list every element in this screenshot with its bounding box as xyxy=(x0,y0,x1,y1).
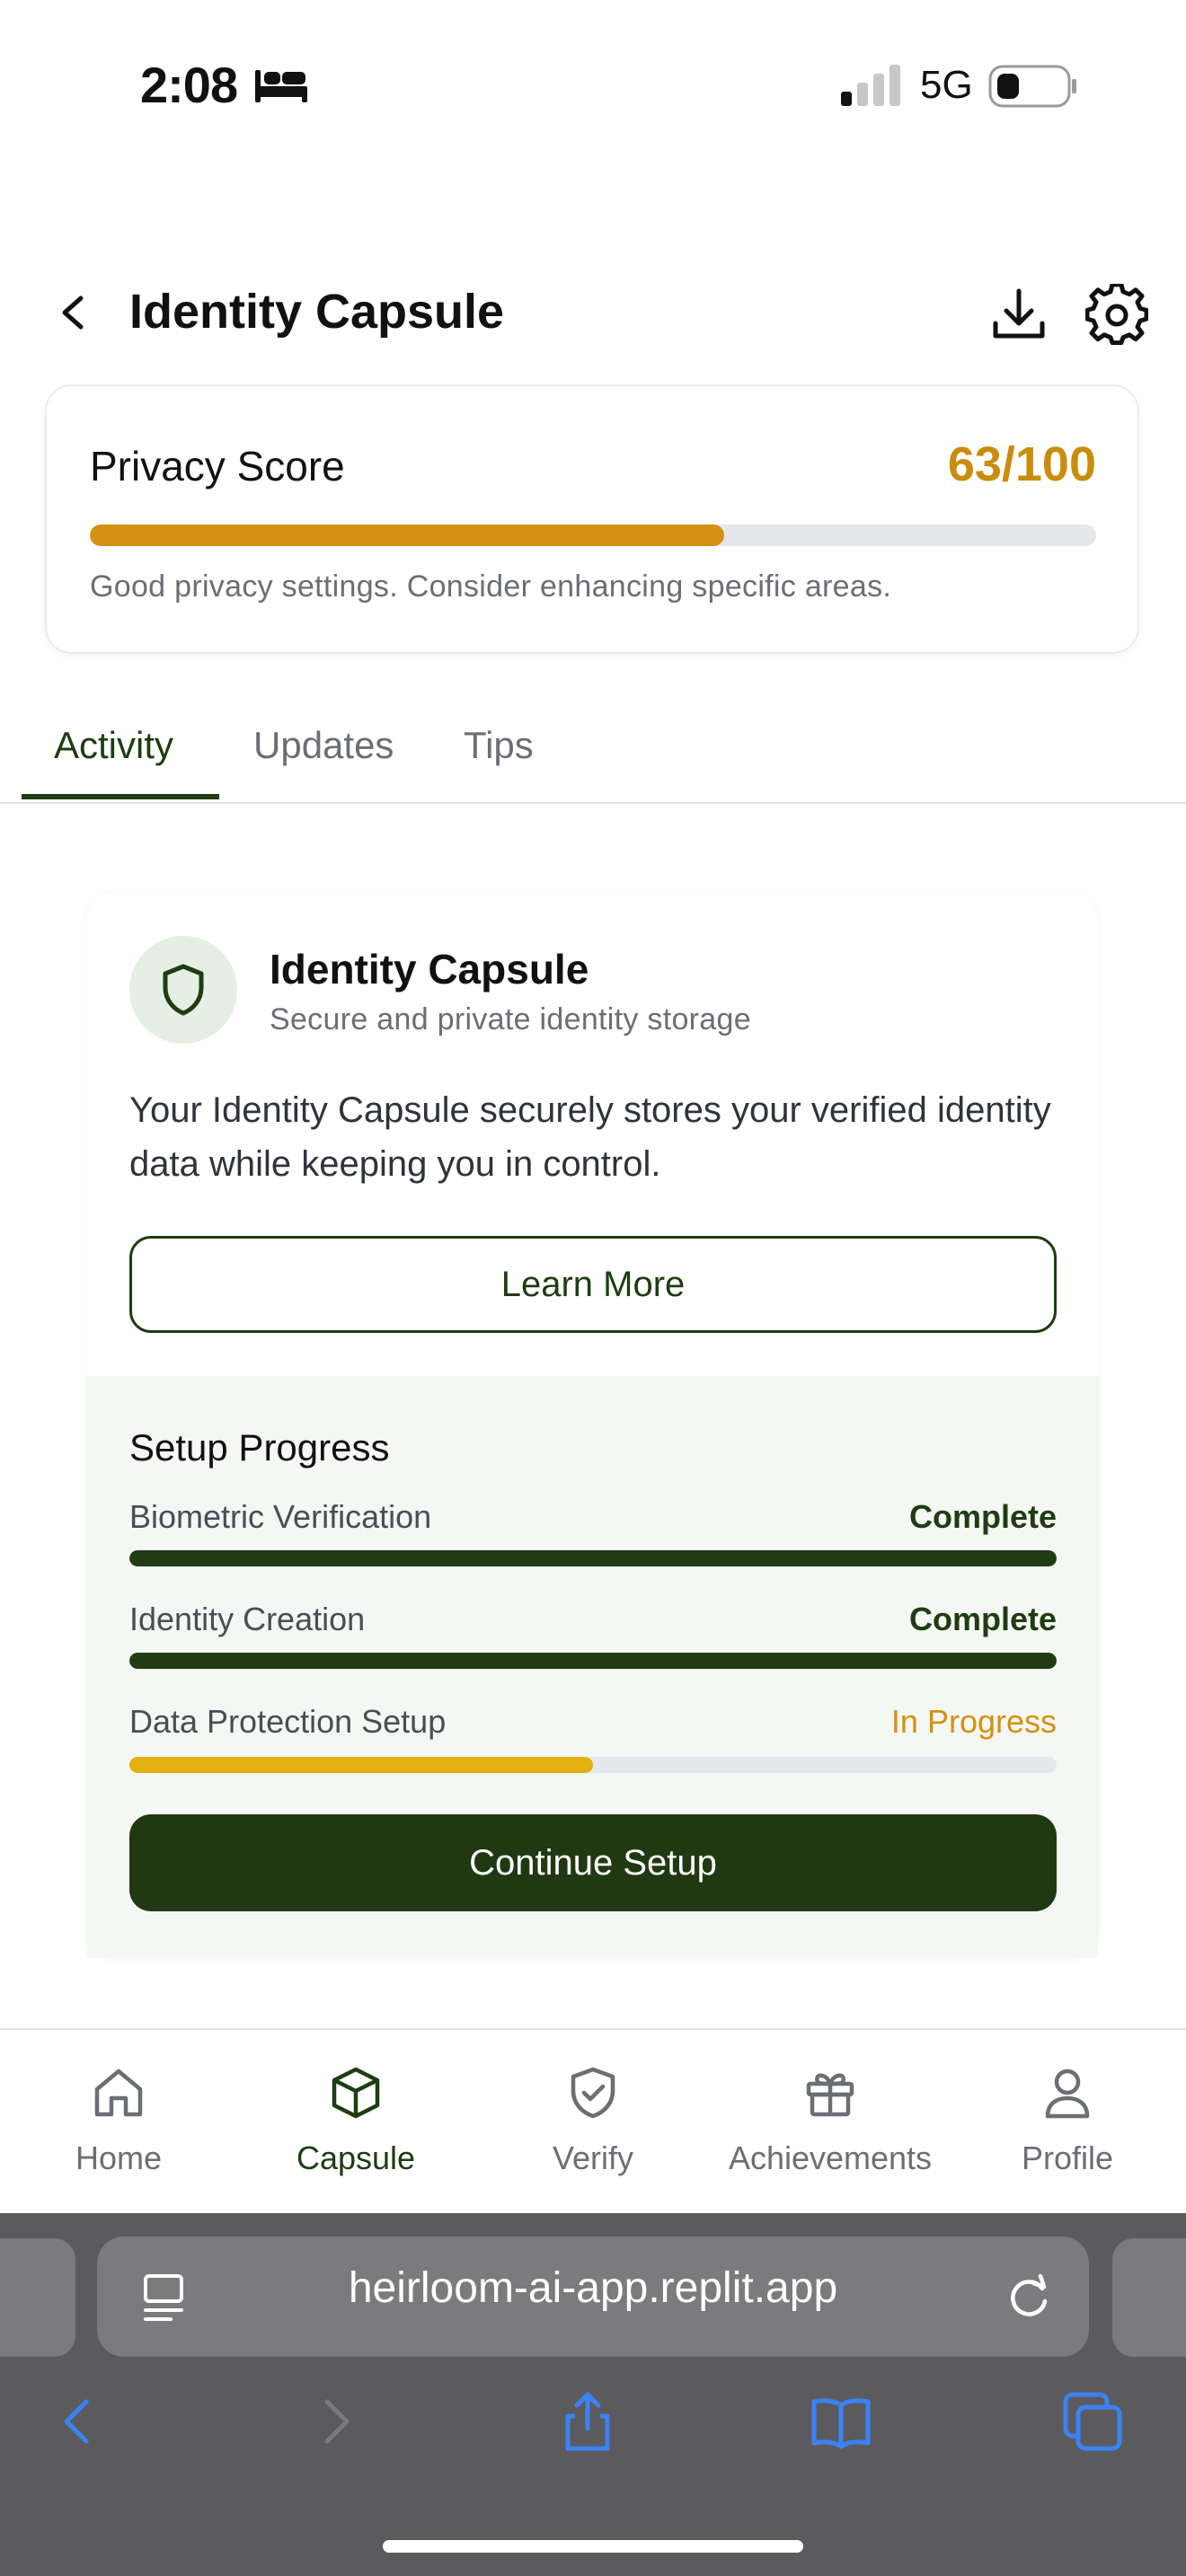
nav-label-capsule: Capsule xyxy=(296,2139,416,2176)
nav-profile[interactable]: Profile xyxy=(949,2057,1186,2201)
learn-more-button[interactable]: Learn More xyxy=(129,1236,1057,1333)
step-progress-fill xyxy=(129,1757,593,1773)
tab-tips[interactable]: Tips xyxy=(464,724,534,767)
bottom-nav-divider xyxy=(0,2028,1186,2030)
privacy-score-bar xyxy=(90,525,1096,546)
step-status-data-protection: In Progress xyxy=(890,1703,1057,1740)
status-time: 2:08 xyxy=(140,57,238,113)
step-progress-fill xyxy=(129,1550,1057,1566)
browser-back-icon[interactable] xyxy=(45,2389,110,2454)
home-icon xyxy=(94,2069,143,2117)
battery-icon xyxy=(988,65,1076,108)
step-label-identity: Identity Creation xyxy=(129,1601,366,1637)
privacy-score-note: Good privacy settings. Consider enhancin… xyxy=(90,569,892,604)
step-status-identity: Complete xyxy=(908,1601,1057,1637)
cellular-signal-icon xyxy=(841,65,900,106)
bookmarks-icon[interactable] xyxy=(809,2389,873,2454)
network-type: 5G xyxy=(920,63,973,107)
continue-setup-button[interactable]: Continue Setup xyxy=(129,1814,1057,1911)
nav-achievements[interactable]: Achievements xyxy=(712,2057,949,2201)
page-settings-icon[interactable] xyxy=(140,2271,187,2325)
nav-label-profile: Profile xyxy=(1021,2139,1114,2176)
step-progress-data-protection xyxy=(129,1757,1057,1773)
user-icon xyxy=(1045,2069,1090,2119)
privacy-score-bar-fill xyxy=(90,525,724,546)
shield-icon xyxy=(163,964,204,1016)
nav-label-home: Home xyxy=(75,2139,163,2176)
privacy-score-label: Privacy Score xyxy=(90,443,345,490)
nav-capsule[interactable]: Capsule xyxy=(237,2057,474,2201)
nav-verify[interactable]: Verify xyxy=(474,2057,712,2201)
tab-activity[interactable]: Activity xyxy=(54,724,173,767)
step-label-data-protection: Data Protection Setup xyxy=(129,1703,447,1740)
card-title: Identity Capsule xyxy=(270,946,589,992)
gear-icon[interactable] xyxy=(1085,284,1148,347)
reload-icon[interactable] xyxy=(1003,2269,1055,2323)
step-progress-biometric xyxy=(129,1550,1057,1566)
home-indicator xyxy=(383,2540,803,2553)
setup-progress-heading: Setup Progress xyxy=(129,1426,390,1469)
cube-icon xyxy=(332,2067,380,2119)
tab-updates[interactable]: Updates xyxy=(253,724,394,767)
previous-tab-preview[interactable] xyxy=(0,2238,75,2357)
download-icon[interactable] xyxy=(988,284,1049,345)
card-description: Your Identity Capsule securely stores yo… xyxy=(129,1090,1051,1184)
nav-label-verify: Verify xyxy=(552,2139,634,2176)
step-label-biometric: Biometric Verification xyxy=(129,1498,432,1535)
tabs-divider xyxy=(0,802,1186,804)
step-progress-identity xyxy=(129,1653,1057,1669)
privacy-score-card xyxy=(45,384,1139,654)
step-status-biometric: Complete xyxy=(908,1498,1057,1535)
step-progress-fill xyxy=(129,1653,1057,1669)
next-tab-preview[interactable] xyxy=(1112,2238,1186,2357)
tabs-icon[interactable] xyxy=(1060,2389,1125,2454)
share-icon[interactable] xyxy=(555,2389,620,2454)
sleep-bed-icon xyxy=(255,70,307,102)
gift-icon xyxy=(806,2073,854,2117)
card-subtitle: Secure and private identity storage xyxy=(270,1002,751,1037)
browser-forward-icon[interactable] xyxy=(304,2389,368,2454)
nav-home[interactable]: Home xyxy=(0,2057,237,2201)
nav-label-achievements: Achievements xyxy=(728,2139,933,2176)
page-title: Identity Capsule xyxy=(129,285,505,339)
url-text[interactable]: heirloom-ai-app.replit.app xyxy=(216,2263,970,2313)
shield-check-icon xyxy=(571,2067,615,2119)
privacy-score-value: 63/100 xyxy=(947,437,1096,491)
active-tab-indicator xyxy=(22,794,219,799)
back-arrow-icon[interactable] xyxy=(52,286,92,340)
